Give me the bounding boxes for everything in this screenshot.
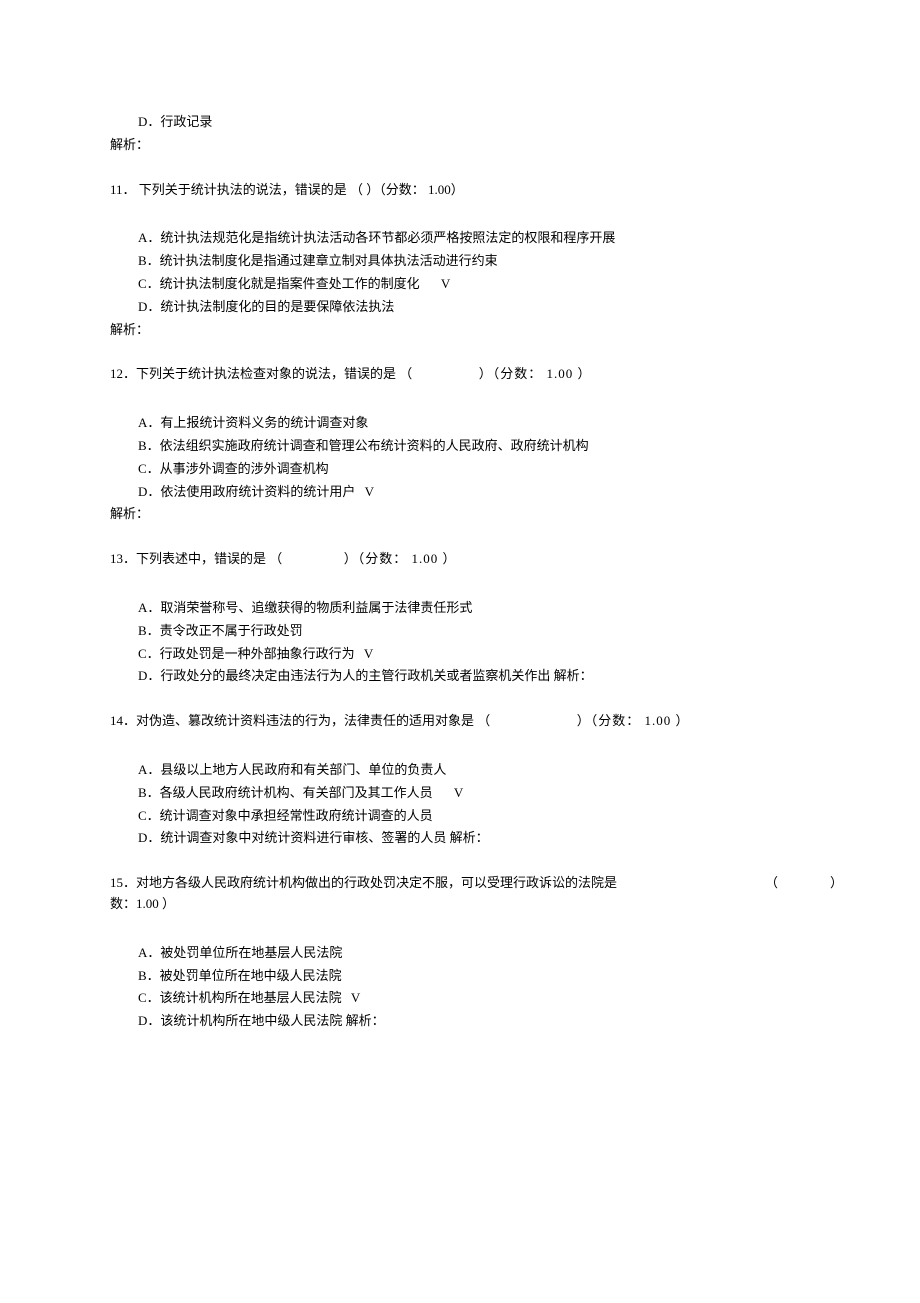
blank-paren-right: ） — [830, 873, 843, 894]
option-c: C．从事涉外调查的涉外调查机构 — [110, 459, 810, 480]
question-12-options: A．有上报统计资料义务的统计调查对象 B．依法组织实施政府统计调查和管理公布统计… — [110, 413, 810, 525]
question-15: 15．对地方各级人民政府统计机构做出的行政处罚决定不服，可以受理行政诉讼的法院是… — [110, 873, 810, 915]
option-d: D．统计调查对象中对统计资料进行审核、签署的人员 解析： — [110, 828, 810, 849]
option-a: A．取消荣誉称号、追缴获得的物质利益属于法律责任形式 — [110, 598, 810, 619]
question-stem-post: ）（分数： 1.00 ） — [344, 551, 457, 566]
correct-mark-icon: V — [351, 988, 360, 1009]
question-stem-line1-wrap: 15．对地方各级人民政府统计机构做出的行政处罚决定不服，可以受理行政诉讼的法院是… — [110, 873, 810, 894]
option-c-text: C．统计执法制度化就是指案件查处工作的制度化 — [138, 276, 420, 291]
option-c: C．统计执法制度化就是指案件查处工作的制度化 V — [110, 274, 810, 295]
question-11: 11． 下列关于统计执法的说法，错误的是 （ ）（分数： 1.00） — [110, 180, 810, 201]
option-c-text: C．该统计机构所在地基层人民法院 — [138, 990, 342, 1005]
question-13-options: A．取消荣誉称号、追缴获得的物质利益属于法律责任形式 B．责令改正不属于行政处罚… — [110, 598, 810, 687]
question-14: 14．对伪造、篡改统计资料违法的行为，法律责任的适用对象是 （ ）（分数： 1.… — [110, 711, 810, 732]
question-12: 12．下列关于统计执法检查对象的说法，错误的是 （ ）（分数： 1.00 ） — [110, 364, 810, 385]
correct-mark-icon: V — [441, 274, 450, 295]
option-a: A．县级以上地方人民政府和有关部门、单位的负责人 — [110, 760, 810, 781]
option-d: D．行政记录 — [110, 112, 810, 133]
question-stem-post: ）（分数： 1.00 ） — [577, 713, 690, 728]
correct-mark-icon: V — [365, 482, 374, 503]
option-c: C．行政处罚是一种外部抽象行政行为 V — [110, 644, 810, 665]
question-stem-pre: 12．下列关于统计执法检查对象的说法，错误的是 （ — [110, 366, 412, 381]
question-14-options: A．县级以上地方人民政府和有关部门、单位的负责人 B．各级人民政府统计机构、有关… — [110, 760, 810, 849]
question-stem-post: ）（分数： 1.00 ） — [479, 366, 592, 381]
question-11-options: A．统计执法规范化是指统计执法活动各环节都必须严格按照法定的权限和程序开展 B．… — [110, 228, 810, 340]
option-d: D．统计执法制度化的目的是要保障依法执法 — [110, 297, 810, 318]
option-c: C．统计调查对象中承担经常性政府统计调查的人员 — [110, 806, 810, 827]
question-stem-pre: 13．下列表述中，错误的是 （ — [110, 551, 282, 566]
analysis-label: 解析： — [110, 135, 810, 156]
analysis-label: 解析： — [110, 320, 810, 341]
option-a: A．统计执法规范化是指统计执法活动各环节都必须严格按照法定的权限和程序开展 — [110, 228, 810, 249]
correct-mark-icon: V — [454, 783, 463, 804]
blank-paren-left: （ — [765, 873, 778, 894]
question-13: 13．下列表述中，错误的是 （ ）（分数： 1.00 ） — [110, 549, 810, 570]
option-c-text: C．行政处罚是一种外部抽象行政行为 — [138, 646, 355, 661]
option-b: B．被处罚单位所在地中级人民法院 — [110, 966, 810, 987]
question-stem-line1: 15．对地方各级人民政府统计机构做出的行政处罚决定不服，可以受理行政诉讼的法院是 — [110, 875, 617, 890]
option-d: D．该统计机构所在地中级人民法院 解析： — [110, 1011, 810, 1032]
correct-mark-icon: V — [364, 644, 373, 665]
option-a: A．有上报统计资料义务的统计调查对象 — [110, 413, 810, 434]
option-b: B．统计执法制度化是指通过建章立制对具体执法活动进行约束 — [110, 251, 810, 272]
question-stem-pre: 14．对伪造、篡改统计资料违法的行为，法律责任的适用对象是 （ — [110, 713, 490, 728]
option-d: D．依法使用政府统计资料的统计用户 V — [110, 482, 810, 503]
option-b-text: B．各级人民政府统计机构、有关部门及其工作人员 — [138, 785, 433, 800]
question-stem-line2: 数：1.00 ） — [110, 894, 810, 915]
option-b: B．依法组织实施政府统计调查和管理公布统计资料的人民政府、政府统计机构 — [110, 436, 810, 457]
option-c: C．该统计机构所在地基层人民法院 V — [110, 988, 810, 1009]
option-a: A．被处罚单位所在地基层人民法院 — [110, 943, 810, 964]
option-b: B．责令改正不属于行政处罚 — [110, 621, 810, 642]
analysis-label: 解析： — [110, 504, 810, 525]
question-15-options: A．被处罚单位所在地基层人民法院 B．被处罚单位所在地中级人民法院 C．该统计机… — [110, 943, 810, 1032]
option-d-text: D．依法使用政府统计资料的统计用户 — [138, 484, 355, 499]
option-b: B．各级人民政府统计机构、有关部门及其工作人员 V — [110, 783, 810, 804]
question-10-partial: D．行政记录 解析： — [110, 112, 810, 156]
question-stem: 11． 下列关于统计执法的说法，错误的是 （ ）（分数： 1.00） — [110, 180, 810, 201]
option-d: D．行政处分的最终决定由违法行为人的主管行政机关或者监察机关作出 解析： — [110, 666, 810, 687]
